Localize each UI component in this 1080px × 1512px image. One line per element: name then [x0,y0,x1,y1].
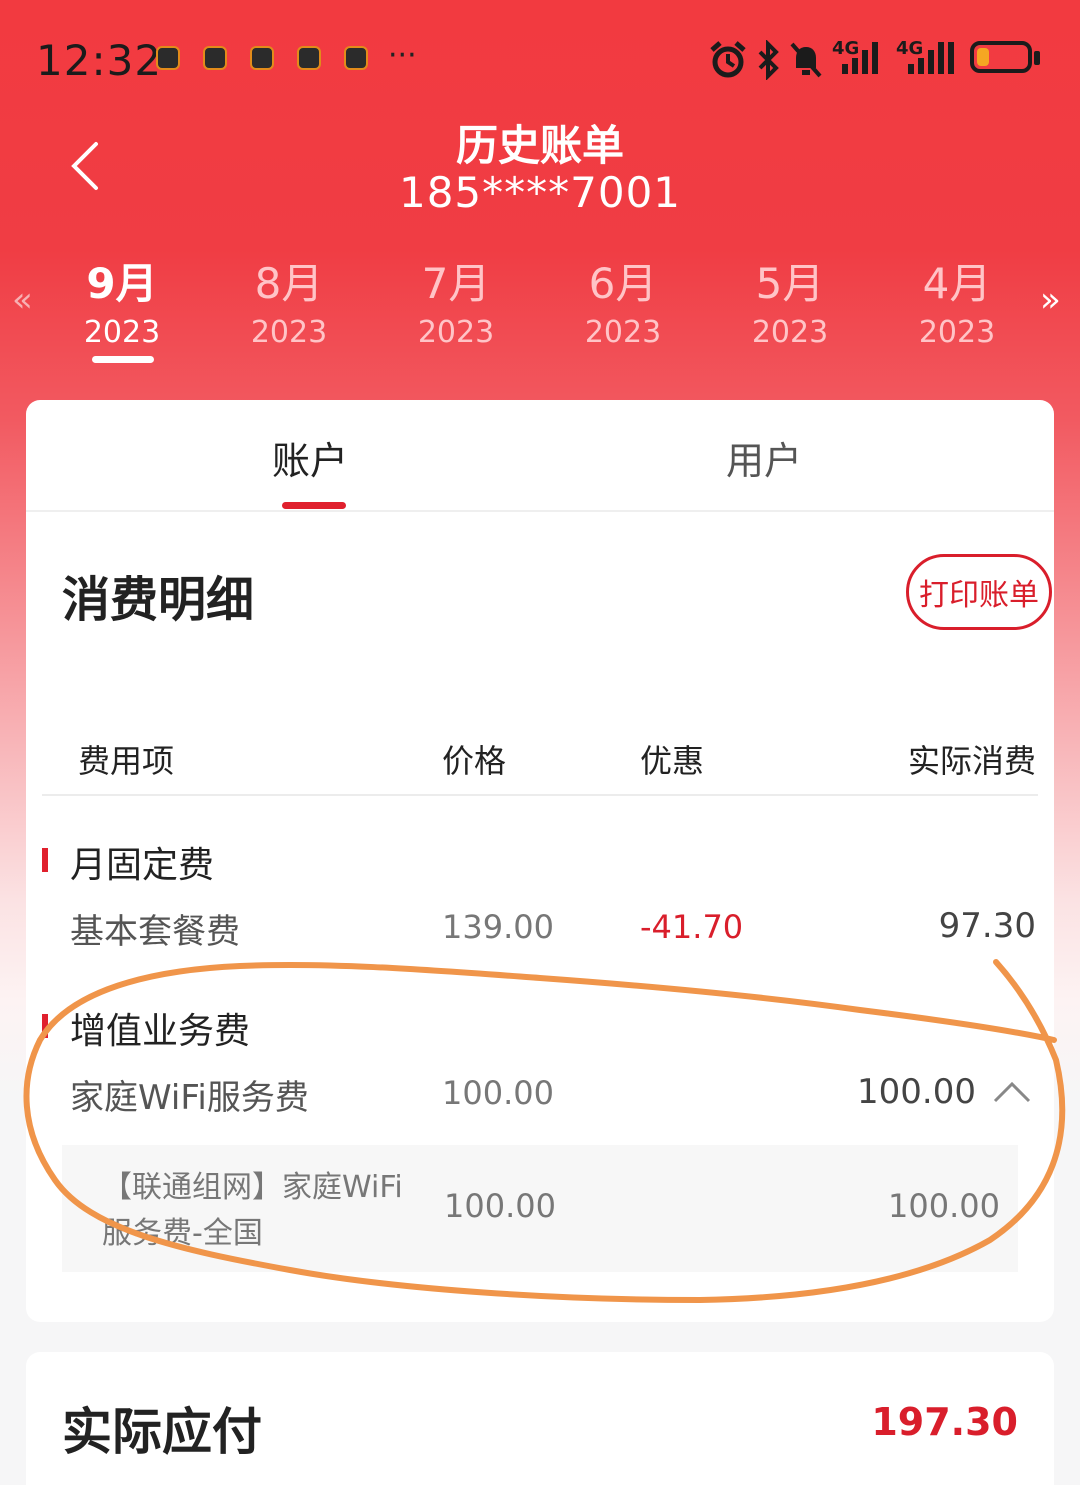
month-tab-may-2023[interactable]: 5月 2023 [730,250,850,350]
month-label: 4月 [922,259,992,308]
year-label: 2023 [751,315,829,350]
notification-app-icon [156,46,180,70]
month-label: 5月 [755,259,825,308]
prev-months-icon[interactable]: « [12,280,33,320]
notification-app-icon [250,46,274,70]
fee-item-price: 100.00 [442,1074,554,1112]
column-header-price: 价格 [442,742,507,780]
year-label: 2023 [918,315,996,350]
notification-app-icon [203,46,227,70]
year-label: 2023 [83,315,161,350]
total-label: 实际应付 [62,1403,262,1461]
month-tab-jul-2023[interactable]: 7月 2023 [396,250,516,350]
next-months-icon[interactable]: » [1040,280,1061,320]
month-label: 7月 [421,259,491,308]
fee-item-actual: 97.30 [938,906,1036,946]
header-divider [42,794,1038,796]
alarm-icon [710,41,746,78]
year-label: 2023 [584,315,662,350]
month-tab-sep-2023[interactable]: 9月 2023 [62,250,182,350]
fee-item-price: 139.00 [442,908,554,946]
month-tab-apr-2023[interactable]: 4月 2023 [897,250,1017,350]
bill-detail-card: 账户 用户 消费明细 打印账单 费用项 价格 优惠 实际消费 月固定费 基本套餐… [26,400,1054,1322]
status-bar: 12:32 ··· 4G 4G [0,0,1080,120]
notification-app-icon [297,46,321,70]
sub-item-name: 【联通组网】家庭WiFi服务费-全国 [102,1170,403,1251]
tab-bar: 账户 用户 [26,400,1054,512]
more-notifications-icon: ··· [388,38,417,73]
year-label: 2023 [250,315,328,350]
month-tab-jun-2023[interactable]: 6月 2023 [563,250,683,350]
month-label: 9月 [86,259,158,308]
battery-tip [1034,51,1040,65]
month-label: 6月 [588,259,658,308]
total-amount: 197.30 [871,1400,1018,1444]
signal-strength-icon [842,42,878,74]
sub-item-row: 【联通组网】家庭WiFi服务费-全国 100.00 100.00 [62,1145,1018,1272]
sub-item-price: 100.00 [444,1187,556,1225]
category-marker [42,848,48,872]
status-time: 12:32 [36,36,163,85]
category-value-added: 增值业务费 [70,1011,251,1052]
tab-account[interactable]: 账户 [272,430,348,485]
fee-item-actual: 100.00 [857,1072,976,1112]
fee-item-name[interactable]: 家庭WiFi服务费 [70,1070,309,1119]
bluetooth-icon [758,40,779,80]
year-label: 2023 [417,315,495,350]
column-header-item: 费用项 [78,742,175,780]
active-month-indicator [92,356,154,363]
category-marker [42,1014,48,1038]
print-bill-button[interactable]: 打印账单 [906,554,1052,630]
total-card: 实际应付 197.30 [26,1352,1054,1512]
sub-item-actual: 100.00 [888,1187,1000,1225]
fee-item-name: 基本套餐费 [70,912,240,952]
mute-bell-icon [790,42,822,78]
fee-item-discount: -41.70 [640,908,744,946]
column-header-actual: 实际消费 [907,742,1036,780]
month-label: 8月 [254,259,324,308]
phone-number: 185****7001 [398,168,682,217]
section-title: 消费明细 [62,572,255,628]
notification-app-icon [344,46,368,70]
active-tab-indicator [282,502,346,509]
tab-user[interactable]: 用户 [726,430,802,485]
battery-icon [970,41,1032,73]
signal-strength-icon [908,42,954,74]
column-header-discount: 优惠 [640,742,705,780]
chevron-up-icon[interactable] [992,1080,1032,1104]
month-tab-aug-2023[interactable]: 8月 2023 [229,250,349,350]
page-title: 历史账单 [455,121,624,170]
category-monthly-fixed: 月固定费 [70,845,215,886]
